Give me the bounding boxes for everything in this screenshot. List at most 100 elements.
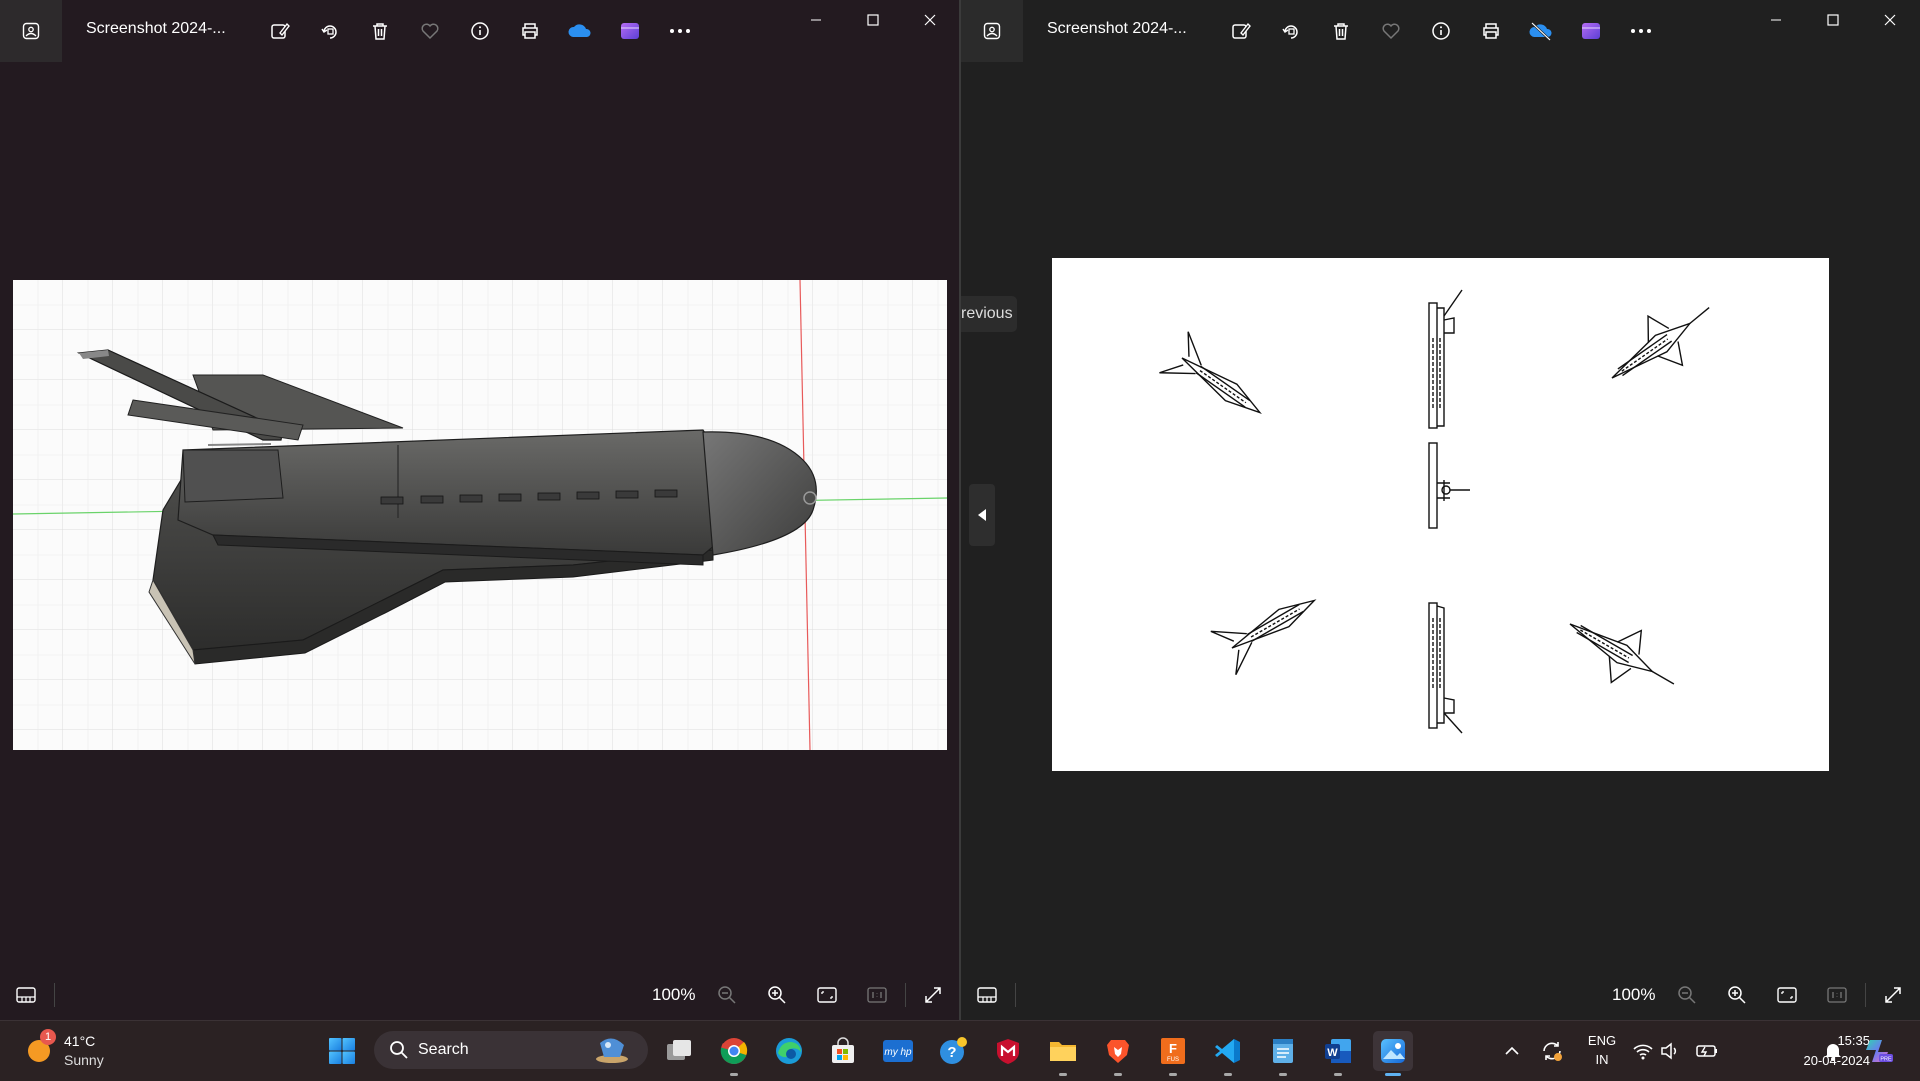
notification-bell-icon[interactable] [1817,1031,1849,1071]
taskbar-search[interactable]: Search [374,1031,648,1069]
maximize-button[interactable] [1805,0,1861,40]
print-icon[interactable] [1473,13,1509,49]
vscode-icon[interactable] [1208,1031,1248,1076]
onedrive-icon[interactable] [562,13,598,49]
running-indicator [1334,1073,1342,1076]
actual-size-icon[interactable] [859,977,895,1013]
shuttle-3d-model [13,280,947,750]
more-icon[interactable] [662,13,698,49]
previous-button[interactable] [969,484,995,546]
windows-logo-icon [329,1038,355,1064]
taskbar: 1 41°C Sunny Search my hp ? F FUS W ENG I… [0,1020,1920,1081]
delete-icon[interactable] [362,13,398,49]
wifi-icon[interactable] [1628,1031,1658,1071]
weather-badge: 1 [40,1029,56,1045]
start-button[interactable] [322,1031,362,1071]
zoom-in-icon[interactable] [759,977,795,1013]
brave-icon[interactable] [1098,1031,1138,1076]
edge-icon[interactable] [769,1031,809,1071]
more-icon[interactable] [1623,13,1659,49]
onedrive-off-icon[interactable] [1523,13,1559,49]
battery-icon[interactable] [1691,1031,1723,1071]
fullscreen-icon[interactable] [915,977,951,1013]
svg-text:?: ? [947,1044,956,1061]
chrome-icon[interactable] [714,1031,754,1076]
running-indicator [1059,1073,1067,1076]
running-indicator [1114,1073,1122,1076]
clipchamp-icon[interactable] [1573,13,1609,49]
word-icon[interactable]: W [1318,1031,1358,1076]
mcafee-icon[interactable] [988,1031,1028,1071]
zoom-out-icon[interactable] [709,977,745,1013]
bottom-bar: 100% [961,970,1920,1020]
search-highlight-icon [596,1038,628,1063]
print-icon[interactable] [512,13,548,49]
filmstrip-icon[interactable] [969,977,1005,1013]
close-button[interactable] [1862,0,1918,40]
myhp-icon[interactable]: my hp [878,1031,918,1071]
search-label: Search [418,1041,469,1058]
photos-icon[interactable] [1373,1031,1413,1076]
minimize-button[interactable] [788,0,844,40]
separator [1015,983,1016,1007]
title-bar: Screenshot 2024-... [961,0,1920,62]
task-view-icon[interactable] [659,1031,699,1071]
zoom-level: 100% [1612,985,1656,1004]
volume-icon[interactable] [1656,1031,1686,1071]
file-explorer-icon[interactable] [1043,1031,1083,1076]
microsoft-store-icon[interactable] [823,1031,863,1071]
sync-icon[interactable] [1532,1031,1572,1071]
running-indicator-active [1385,1073,1401,1076]
zoom-out-icon[interactable] [1669,977,1705,1013]
info-icon[interactable] [462,13,498,49]
zoom-in-icon[interactable] [1719,977,1755,1013]
separator [54,983,55,1007]
actual-size-icon[interactable] [1819,977,1855,1013]
photos-app-icon[interactable] [961,0,1023,62]
photos-window-left: Screenshot 2024-... 100% [0,0,960,1020]
displayed-image-shuttle-drawing [1052,258,1829,771]
weather-temperature: 41°C [64,1033,96,1049]
displayed-image-3d-shuttle [13,280,947,750]
svg-text:PRE: PRE [1880,1057,1892,1063]
region-code: IN [1595,1052,1609,1067]
close-button[interactable] [902,0,958,40]
edit-image-icon[interactable] [1223,13,1259,49]
clipchamp-icon[interactable] [612,13,648,49]
rotate-icon[interactable] [1273,13,1309,49]
fit-to-window-icon[interactable] [1769,977,1805,1013]
fit-to-window-icon[interactable] [809,977,845,1013]
search-icon [390,1041,408,1059]
running-indicator [1169,1073,1177,1076]
favorite-icon[interactable] [1373,13,1409,49]
svg-text:F: F [1169,1041,1177,1056]
copilot-icon[interactable]: PRE [1859,1031,1899,1071]
rotate-icon[interactable] [312,13,348,49]
language-indicator[interactable]: ENG IN [1580,1031,1624,1069]
minimize-button[interactable] [1748,0,1804,40]
svg-text:W: W [1327,1047,1338,1059]
window-title: Screenshot 2024-... [86,20,226,37]
running-indicator [730,1073,738,1076]
running-indicator [1224,1073,1232,1076]
show-hidden-icons-chevron-up-icon[interactable] [1492,1031,1532,1071]
notepad-icon[interactable] [1263,1031,1303,1076]
fusion-360-icon[interactable]: F FUS [1153,1031,1193,1076]
photos-window-right: Screenshot 2024-... revious 100% [961,0,1920,1020]
edit-image-icon[interactable] [262,13,298,49]
photos-app-icon[interactable] [0,0,62,62]
get-help-icon[interactable]: ? [933,1031,973,1071]
favorite-icon[interactable] [412,13,448,49]
info-icon[interactable] [1423,13,1459,49]
previous-tooltip: revious [961,296,1017,332]
language-code: ENG [1587,1033,1617,1048]
maximize-button[interactable] [845,0,901,40]
title-bar: Screenshot 2024-... [0,0,960,62]
window-title: Screenshot 2024-... [1047,20,1187,37]
svg-text:my hp: my hp [884,1047,912,1058]
fullscreen-icon[interactable] [1875,977,1911,1013]
delete-icon[interactable] [1323,13,1359,49]
running-indicator [1279,1073,1287,1076]
filmstrip-icon[interactable] [8,977,44,1013]
shuttle-drawing-views [1159,289,1710,734]
